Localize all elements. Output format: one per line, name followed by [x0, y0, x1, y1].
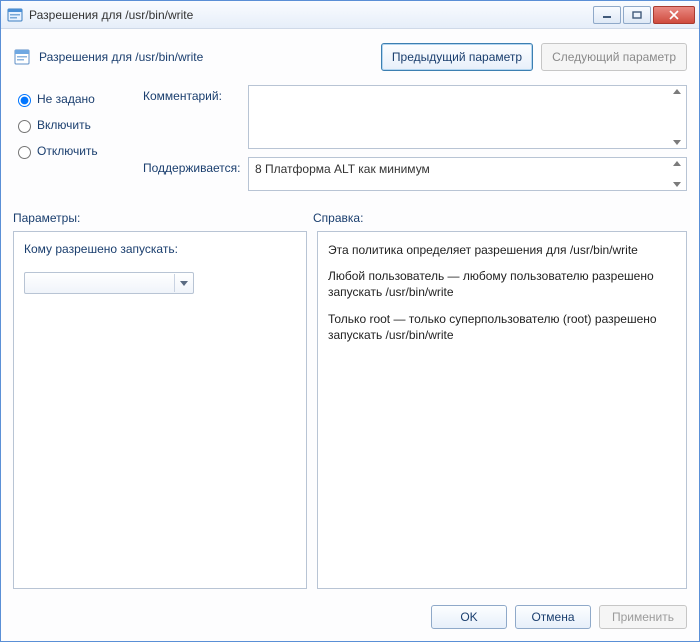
help-p1: Эта политика определяет разрешения для /…	[328, 242, 676, 258]
help-text: Эта политика определяет разрешения для /…	[328, 242, 676, 343]
scroll-down-icon	[673, 140, 681, 145]
apply-button-label: Применить	[612, 610, 674, 624]
radio-disabled-label: Отключить	[37, 144, 98, 158]
header-title: Разрешения для /usr/bin/write	[39, 50, 373, 64]
window-title: Разрешения для /usr/bin/write	[29, 8, 593, 22]
apply-button: Применить	[599, 605, 687, 629]
comment-scrollbar[interactable]	[670, 88, 684, 146]
header-row: Разрешения для /usr/bin/write Предыдущий…	[11, 37, 689, 85]
supported-row: Поддерживается: 8 Платформа ALT как мини…	[143, 157, 687, 191]
close-button[interactable]	[653, 6, 695, 24]
cancel-button[interactable]: Отмена	[515, 605, 591, 629]
params-panel: Кому разрешено запускать:	[13, 231, 307, 589]
scroll-down-icon	[673, 182, 681, 187]
next-button: Следующий параметр	[541, 43, 687, 71]
who-allowed-combo[interactable]	[24, 272, 194, 294]
previous-button[interactable]: Предыдущий параметр	[381, 43, 533, 71]
supported-label: Поддерживается:	[143, 157, 248, 191]
who-allowed-label: Кому разрешено запускать:	[24, 242, 296, 256]
radio-enabled[interactable]: Включить	[13, 117, 143, 133]
ok-button-label: OK	[460, 610, 477, 624]
maximize-button[interactable]	[623, 6, 651, 24]
radio-enabled-input[interactable]	[18, 120, 31, 133]
dialog-content: Разрешения для /usr/bin/write Предыдущий…	[1, 29, 699, 641]
help-p2: Любой пользователь — любому пользователю…	[328, 268, 676, 300]
middle-section: Не задано Включить Отключить Комментарий…	[11, 85, 689, 209]
help-panel: Эта политика определяет разрешения для /…	[317, 231, 687, 589]
radio-not-configured-input[interactable]	[18, 94, 31, 107]
radio-not-configured-label: Не задано	[37, 92, 95, 106]
combo-arrow-button[interactable]	[174, 274, 192, 292]
fields-section: Комментарий: Поддерживается: 8 Платформа…	[143, 85, 687, 199]
footer: OK Отмена Применить	[11, 595, 689, 631]
titlebar: Разрешения для /usr/bin/write	[1, 1, 699, 29]
policy-icon	[13, 48, 31, 66]
radio-enabled-label: Включить	[37, 118, 91, 132]
comment-label: Комментарий:	[143, 85, 248, 149]
section-labels: Параметры: Справка:	[11, 209, 689, 231]
help-p3: Только root — только суперпользователю (…	[328, 311, 676, 343]
dialog-window: Разрешения для /usr/bin/write	[0, 0, 700, 642]
ok-button[interactable]: OK	[431, 605, 507, 629]
chevron-down-icon	[180, 281, 188, 286]
radio-disabled[interactable]: Отключить	[13, 143, 143, 159]
minimize-button[interactable]	[593, 6, 621, 24]
supported-scrollbar[interactable]	[670, 160, 684, 188]
scroll-up-icon	[673, 89, 681, 94]
cancel-button-label: Отмена	[531, 610, 574, 624]
params-section-label: Параметры:	[13, 211, 313, 225]
app-icon	[7, 7, 23, 23]
state-radios: Не задано Включить Отключить	[13, 85, 143, 199]
comment-input[interactable]	[248, 85, 687, 149]
next-button-label: Следующий параметр	[552, 50, 676, 64]
radio-not-configured[interactable]: Не задано	[13, 91, 143, 107]
scroll-up-icon	[673, 161, 681, 166]
previous-button-label: Предыдущий параметр	[392, 50, 522, 64]
supported-value: 8 Платформа ALT как минимум	[255, 162, 430, 176]
window-buttons	[593, 6, 695, 24]
comment-row: Комментарий:	[143, 85, 687, 149]
radio-disabled-input[interactable]	[18, 146, 31, 159]
help-section-label: Справка:	[313, 211, 687, 225]
supported-box: 8 Платформа ALT как минимум	[248, 157, 687, 191]
panels: Кому разрешено запускать: Эта политика о…	[11, 231, 689, 589]
